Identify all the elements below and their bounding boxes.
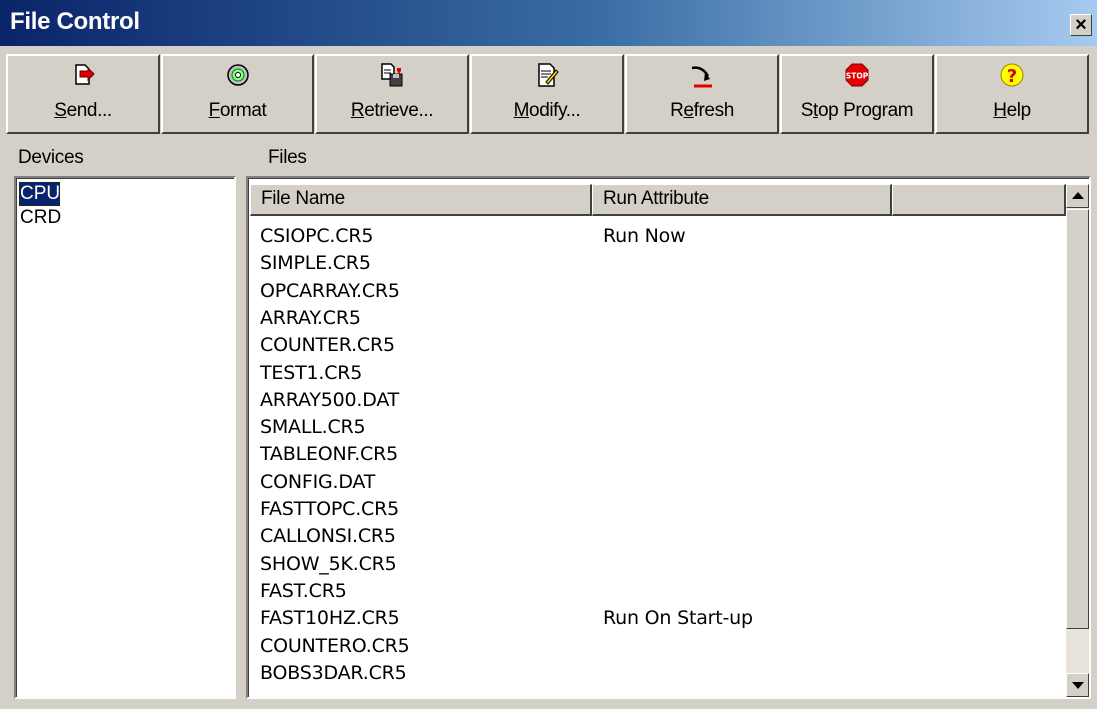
file-name-cell: FASTTOPC.CR5 [260, 498, 399, 520]
table-row[interactable]: FAST.CR5 [248, 578, 1064, 605]
run-attribute-cell: Run Now [603, 225, 686, 247]
table-row[interactable]: SIMPLE.CR5 [248, 250, 1064, 277]
table-row[interactable]: CONFIG.DAT [248, 469, 1064, 496]
stop-icon: STOP [782, 62, 932, 88]
files-label: Files [268, 147, 307, 168]
table-row[interactable]: TABLEONF.CR5 [248, 441, 1064, 468]
table-row[interactable]: BOBS3DAR.CR5 [248, 660, 1064, 687]
file-name-cell: CONFIG.DAT [260, 470, 376, 493]
table-row[interactable]: TEST1.CR5 [248, 360, 1064, 387]
table-row[interactable]: CSIOPC.CR5 Run Now [248, 223, 1064, 250]
table-row[interactable]: FASTTOPC.CR5 [248, 496, 1064, 523]
toolbar: Send... Format Retrieve... Modify... Ref… [6, 54, 1090, 134]
file-name-cell: COUNTERO.CR5 [260, 634, 410, 657]
file-name-cell: FAST.CR5 [260, 579, 347, 602]
scroll-up-button[interactable] [1066, 184, 1089, 208]
table-row[interactable]: ARRAY500.DAT [248, 387, 1064, 414]
files-list-view[interactable]: File Name Run Attribute CSIOPC.CR5 Run No… [246, 176, 1091, 699]
device-item-cpu[interactable]: CPU [17, 181, 62, 207]
help-icon: ? [937, 62, 1087, 88]
window-title: File Control [10, 8, 140, 35]
format-disk-icon [163, 62, 312, 88]
file-name-cell: CSIOPC.CR5 [260, 225, 374, 247]
table-row[interactable]: OPCARRAY.CR5 [248, 278, 1064, 305]
send-icon [8, 62, 158, 88]
table-row[interactable]: ARRAY.CR5 [248, 305, 1064, 332]
format-button[interactable]: Format [161, 54, 314, 134]
table-row[interactable]: COUNTERO.CR5 [248, 633, 1064, 660]
arrow-up-icon [1072, 192, 1084, 199]
modify-button[interactable]: Modify... [470, 54, 624, 134]
column-header-file-name[interactable]: File Name [250, 184, 592, 216]
file-name-cell: SIMPLE.CR5 [260, 252, 371, 275]
svg-text:?: ? [1007, 66, 1017, 87]
scroll-thumb[interactable] [1066, 209, 1089, 629]
file-name-cell: OPCARRAY.CR5 [260, 279, 400, 302]
file-name-cell: SMALL.CR5 [260, 416, 366, 439]
file-name-cell: ARRAY500.DAT [260, 388, 400, 411]
close-button[interactable]: × [1070, 14, 1092, 36]
table-row[interactable]: COUNTER.CR5 [248, 332, 1064, 359]
modify-icon [472, 62, 622, 88]
send-button[interactable]: Send... [6, 54, 160, 134]
table-row[interactable]: SHOW_5K.CR5 [248, 551, 1064, 578]
close-icon: × [1075, 14, 1087, 36]
file-name-cell: COUNTER.CR5 [260, 334, 395, 357]
retrieve-icon [317, 62, 467, 88]
devices-list[interactable]: CPU CRD [14, 176, 236, 699]
file-name-cell: TABLEONF.CR5 [260, 443, 398, 466]
title-bar[interactable]: File Control × [0, 0, 1097, 46]
file-name-cell: CALLONSI.CR5 [260, 525, 396, 548]
device-item-crd[interactable]: CRD [19, 206, 61, 230]
retrieve-button[interactable]: Retrieve... [315, 54, 469, 134]
column-header-empty[interactable] [892, 184, 1066, 216]
file-control-window: File Control × Send... Format Retrieve..… [0, 0, 1097, 709]
file-name-cell: FAST10HZ.CR5 [260, 607, 400, 630]
column-header-run-attribute[interactable]: Run Attribute [592, 184, 892, 216]
stop-program-button[interactable]: STOP Stop Program [780, 54, 934, 134]
refresh-button[interactable]: Refresh [625, 54, 779, 134]
file-name-cell: TEST1.CR5 [260, 361, 363, 384]
table-row[interactable]: CALLONSI.CR5 [248, 523, 1064, 550]
svg-text:STOP: STOP [846, 72, 869, 81]
file-name-cell: BOBS3DAR.CR5 [260, 661, 407, 684]
file-name-cell: SHOW_5K.CR5 [260, 552, 397, 575]
run-attribute-cell: Run On Start-up [603, 607, 753, 630]
table-row[interactable]: SMALL.CR5 [248, 414, 1064, 441]
vertical-scrollbar[interactable] [1066, 184, 1089, 697]
arrow-down-icon [1072, 682, 1084, 689]
help-button[interactable]: ? Help [935, 54, 1089, 134]
devices-label: Devices [18, 147, 84, 168]
scroll-down-button[interactable] [1066, 673, 1089, 697]
file-name-cell: ARRAY.CR5 [260, 306, 361, 329]
table-row[interactable]: FAST10HZ.CR5 Run On Start-up [248, 605, 1064, 632]
refresh-icon [627, 62, 777, 88]
